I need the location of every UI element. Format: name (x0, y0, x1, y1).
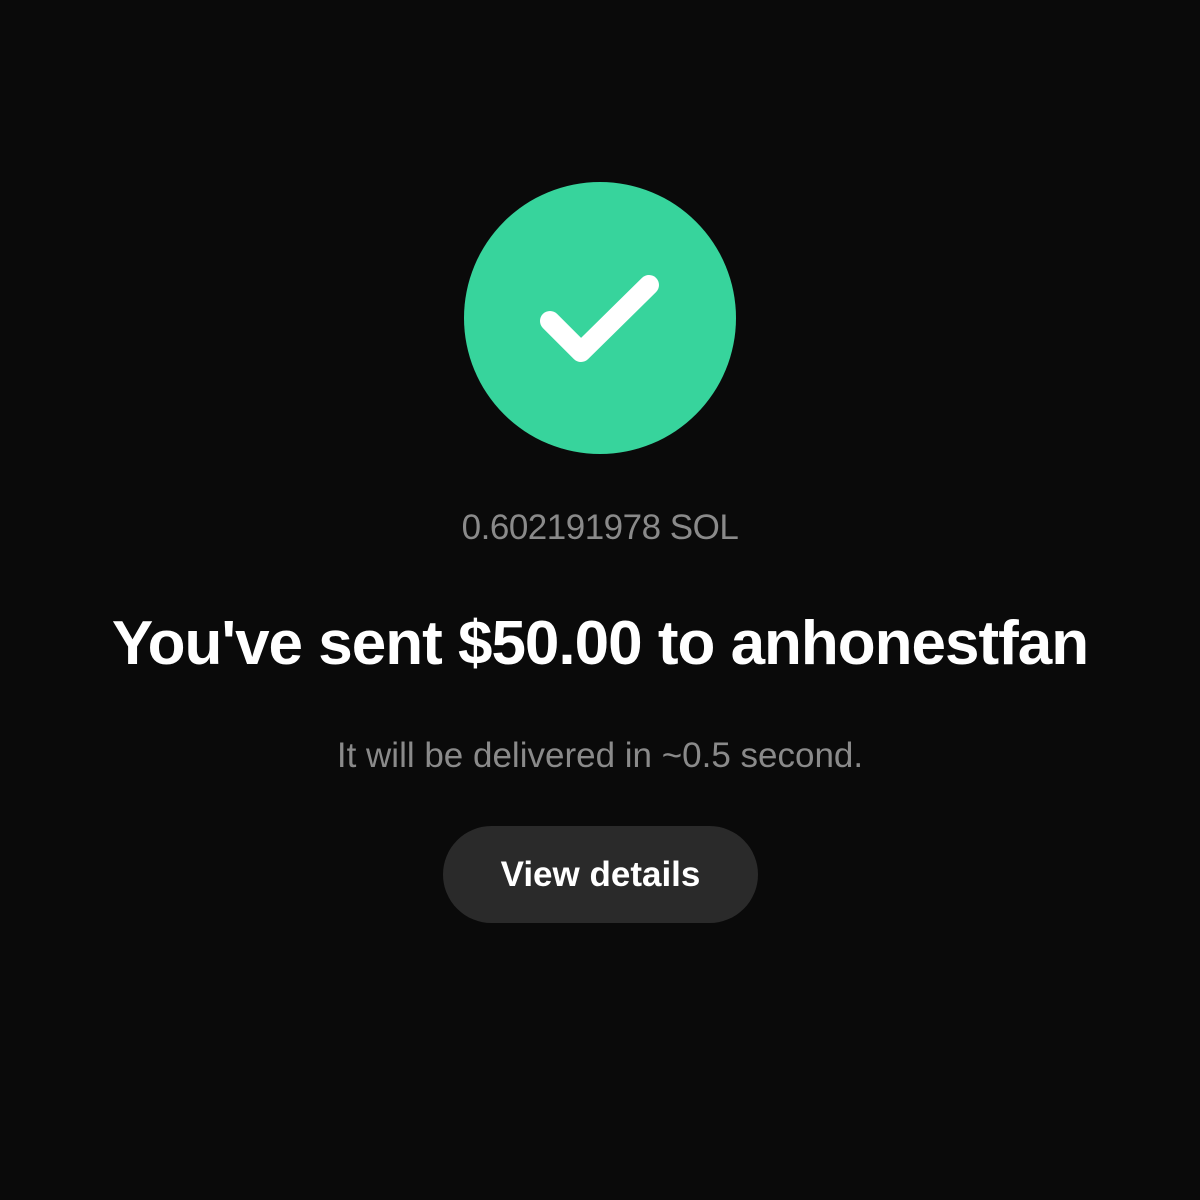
checkmark-icon (540, 275, 659, 362)
view-details-button[interactable]: View details (443, 826, 758, 923)
send-success-screen: 0.602191978 SOL You've sent $50.00 to an… (0, 0, 1200, 1200)
success-headline: You've sent $50.00 to anhonestfan (111, 609, 1089, 678)
success-badge (464, 182, 736, 454)
crypto-amount: 0.602191978 SOL (461, 508, 739, 547)
delivery-note: It will be delivered in ~0.5 second. (336, 736, 864, 775)
